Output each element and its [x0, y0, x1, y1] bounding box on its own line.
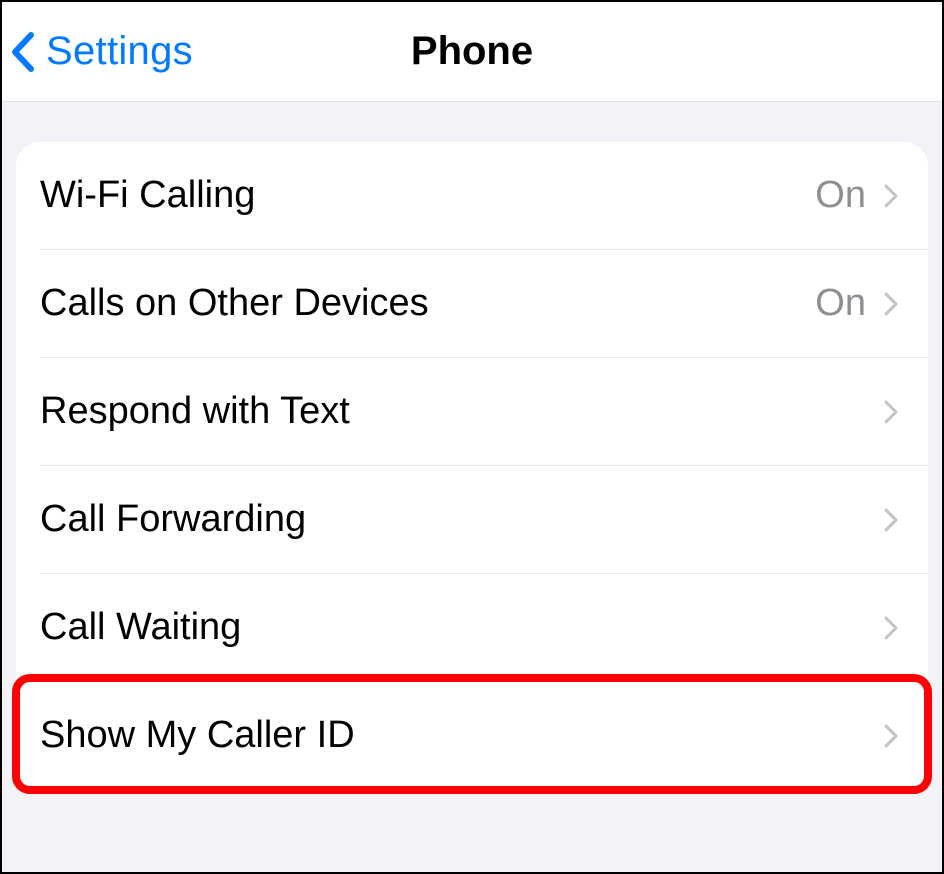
row-label: Call Waiting: [40, 606, 884, 649]
row-label: Respond with Text: [40, 390, 884, 433]
row-value: On: [815, 282, 866, 325]
chevron-right-icon: [884, 724, 898, 748]
navigation-bar: Settings Phone: [2, 2, 942, 102]
row-label: Wi-Fi Calling: [40, 174, 815, 217]
calls-group: Wi-Fi Calling On Calls on Other Devices …: [16, 142, 928, 790]
chevron-right-icon: [884, 400, 898, 424]
page-title: Phone: [411, 29, 533, 74]
row-call-waiting[interactable]: Call Waiting: [40, 574, 928, 682]
row-wifi-calling[interactable]: Wi-Fi Calling On: [40, 142, 928, 250]
row-value: On: [815, 174, 866, 217]
row-calls-other-devices[interactable]: Calls on Other Devices On: [40, 250, 928, 358]
back-button-label: Settings: [46, 29, 193, 74]
section-header-calls: CALLS: [16, 102, 928, 106]
chevron-right-icon: [884, 616, 898, 640]
chevron-right-icon: [884, 508, 898, 532]
chevron-right-icon: [884, 184, 898, 208]
row-call-forwarding[interactable]: Call Forwarding: [40, 466, 928, 574]
row-respond-with-text[interactable]: Respond with Text: [40, 358, 928, 466]
row-label: Show My Caller ID: [40, 714, 884, 757]
settings-content: CALLS Wi-Fi Calling On Calls on Other De…: [2, 102, 942, 872]
chevron-left-icon: [10, 32, 34, 72]
back-button[interactable]: Settings: [10, 29, 193, 74]
row-show-my-caller-id[interactable]: Show My Caller ID: [40, 682, 928, 790]
row-label: Call Forwarding: [40, 498, 884, 541]
chevron-right-icon: [884, 292, 898, 316]
row-label: Calls on Other Devices: [40, 282, 815, 325]
